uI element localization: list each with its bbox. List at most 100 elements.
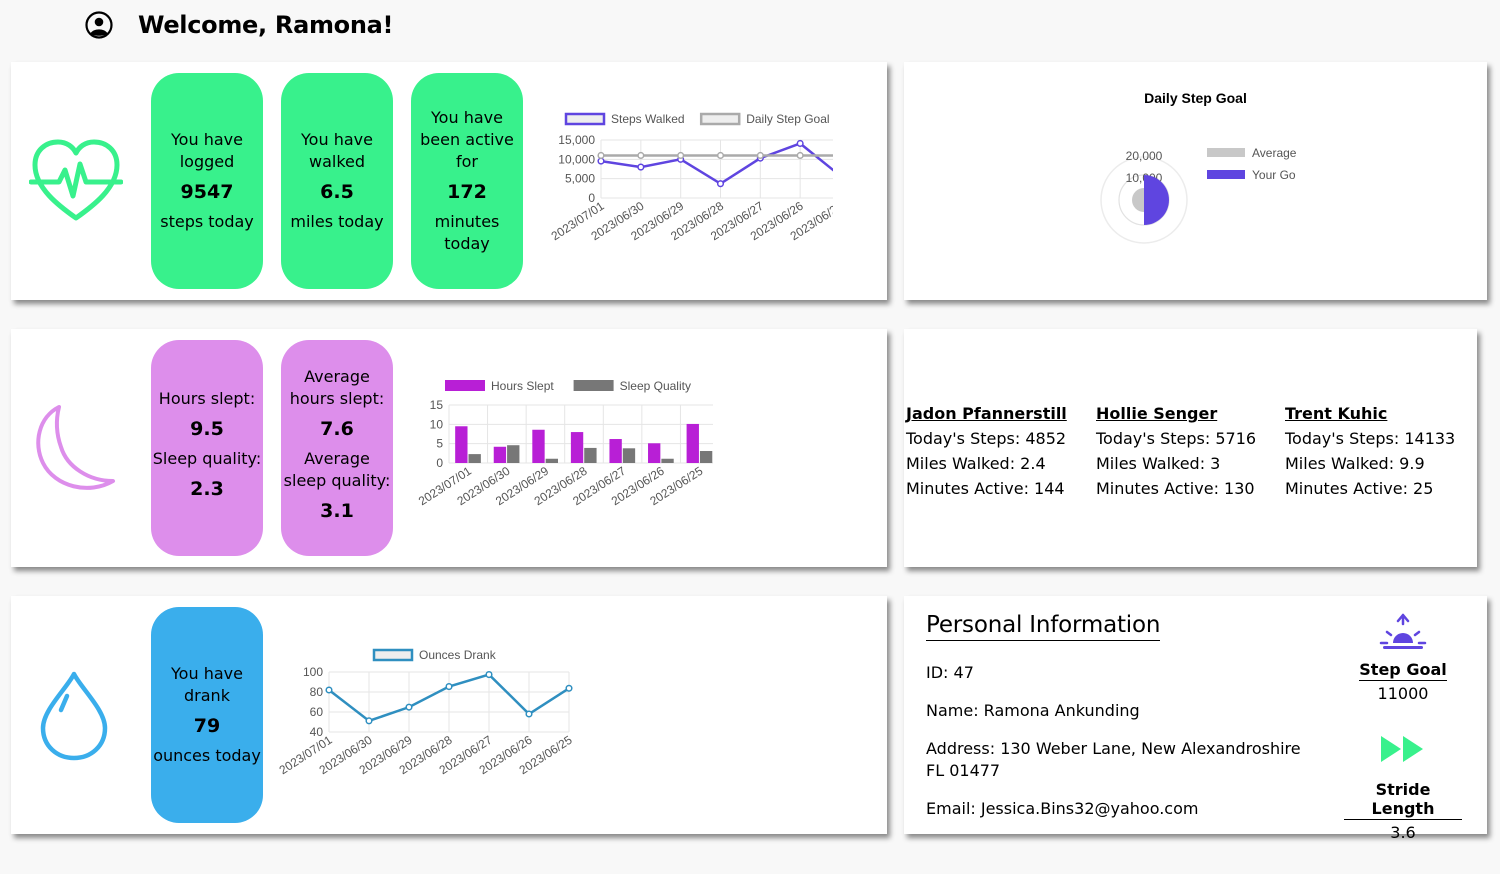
y-tick-label: 10 [430,417,444,431]
bar [699,451,713,463]
steps-tile: You have logged 9547 steps today [151,73,263,289]
stride-length-value: 3.6 [1390,823,1416,842]
friend-card: Trent Kuhic Today's Steps: 14133 Miles W… [1285,401,1455,501]
friend-minutes: Minutes Active: 25 [1285,479,1434,498]
y-tick-label: 80 [310,685,324,699]
personal-info-title: Personal Information [926,612,1160,641]
sleep-tile: Hours slept: 9.5 Sleep quality: 2.3 [151,340,263,556]
step-goal-value: 11000 [1377,684,1429,703]
legend-swatch [564,112,606,126]
data-point [677,151,685,160]
steps-line-chart: Steps Walked Daily Step Goal 15,000 10,000 5… [549,112,833,243]
y-tick-label: 5 [436,437,443,451]
data-point [756,151,764,160]
goal-slice-average [1132,188,1144,212]
water-line-chart: Ounces Drank1008060402023/07/012023/06/3… [277,648,575,777]
friend-card: Jadon Pfannerstill Today's Steps: 4852 M… [906,401,1067,501]
bar [493,446,507,463]
sunrise-icon [1379,613,1427,649]
steps-tile-post: steps today [160,212,254,231]
bar [468,454,481,463]
legend-swatch [372,648,414,662]
average-sleep-tile: Average hours slept: 7.6 Average sleep q… [281,340,393,556]
data-point [485,671,493,679]
friend-miles: Miles Walked: 2.4 [906,454,1046,473]
bar [532,429,545,463]
heartbeat-icon [29,139,123,221]
water-tile-value: 79 [193,715,221,737]
step-goal-block: Step Goal 11000 [1344,612,1462,703]
friend-name[interactable]: Hollie Senger [1096,401,1256,426]
series-line [600,142,833,186]
avg-hours-slept-value: 7.6 [320,418,354,440]
step-goal-label: Step Goal [1359,660,1447,681]
friend-minutes: Minutes Active: 144 [906,479,1065,498]
bar [686,423,699,463]
avg-sleep-quality-value: 3.1 [320,500,354,522]
data-point [716,180,725,188]
goal-tick-a: 20,000 [1126,149,1163,163]
user-id: ID: 47 [926,663,974,682]
legend-label: Daily Step Goal [746,112,829,126]
goal-legend-average: Average [1252,146,1297,160]
legend-swatch [699,112,741,126]
friend-steps: Today's Steps: 14133 [1285,429,1456,448]
legend-label: Sleep Quality [620,379,691,393]
data-point [716,151,725,160]
data-point [637,163,645,171]
friend-miles: Miles Walked: 9.9 [1285,454,1425,473]
data-point [796,139,804,148]
friend-minutes: Minutes Active: 130 [1096,479,1255,498]
bar [507,445,520,463]
friends-card: Jadon Pfannerstill Today's Steps: 4852 M… [904,329,1477,567]
data-point [796,151,804,160]
steps-tile-pre: You have logged [171,130,243,171]
friend-name[interactable]: Trent Kuhic [1285,401,1455,426]
user-email: Email: Jessica.Bins32@yahoo.com [926,799,1199,818]
water-tile: You have drank 79 ounces today [151,607,263,823]
legend-label: Ounces Drank [419,648,497,662]
data-point [525,710,533,718]
goal-legend-swatch-average [1207,148,1245,157]
goal-chart-title: Daily Step Goal [1144,90,1247,106]
friend-name[interactable]: Jadon Pfannerstill [906,401,1067,426]
data-point [365,717,373,725]
personal-info-card: Personal Information ID: 47 Name: Ramona… [904,596,1487,842]
legend-label: Steps Walked [611,112,685,126]
goal-legend-swatch-your-goal [1207,170,1245,179]
goal-legend-your-goal: Your Go [1252,168,1296,182]
steps-tile-value: 9547 [180,181,234,203]
data-point [565,684,573,692]
bar [648,443,661,463]
avg-hours-slept-label: Average hours slept: [289,367,385,408]
data-point [637,151,645,160]
hydration-card: You have drank 79 ounces today Ounces Dr… [11,596,887,834]
user-circle-icon[interactable] [84,10,114,40]
water-tile-pre: You have drank [171,664,243,705]
friend-miles: Miles Walked: 3 [1096,454,1221,473]
y-tick-label: 15,000 [558,133,595,147]
sleep-bar-chart: Hours Slept Sleep Quality1510502023/07/01… [416,379,713,508]
activity-card: You have logged 9547 steps today You hav… [11,62,887,300]
goal-slice-your-goal [1144,175,1169,225]
sleep-quality-value: 2.3 [190,478,224,500]
water-drop-icon [40,671,108,761]
miles-tile-post: miles today [290,212,384,231]
y-tick-label: 0 [436,456,443,470]
bar [584,447,597,463]
legend-swatch [573,380,614,391]
water-tile-post: ounces today [153,746,261,765]
sleep-quality-label: Sleep quality: [152,449,262,468]
bar [622,448,636,463]
data-point [445,683,453,691]
welcome-heading: Welcome, Ramona! [138,11,394,39]
hours-slept-label: Hours slept: [158,389,256,408]
stride-length-block: Stride Length 3.6 [1344,734,1462,842]
user-address: Address: 130 Weber Lane, New Alexandrosh… [926,739,1301,780]
active-tile-post: minutes today [434,212,500,253]
data-point [405,703,413,711]
page-header: Welcome, Ramona! [84,8,394,42]
friend-card: Hollie Senger Today's Steps: 5716 Miles … [1096,401,1256,501]
avg-sleep-quality-label: Average sleep quality: [283,449,391,490]
miles-tile-pre: You have walked [301,130,373,171]
